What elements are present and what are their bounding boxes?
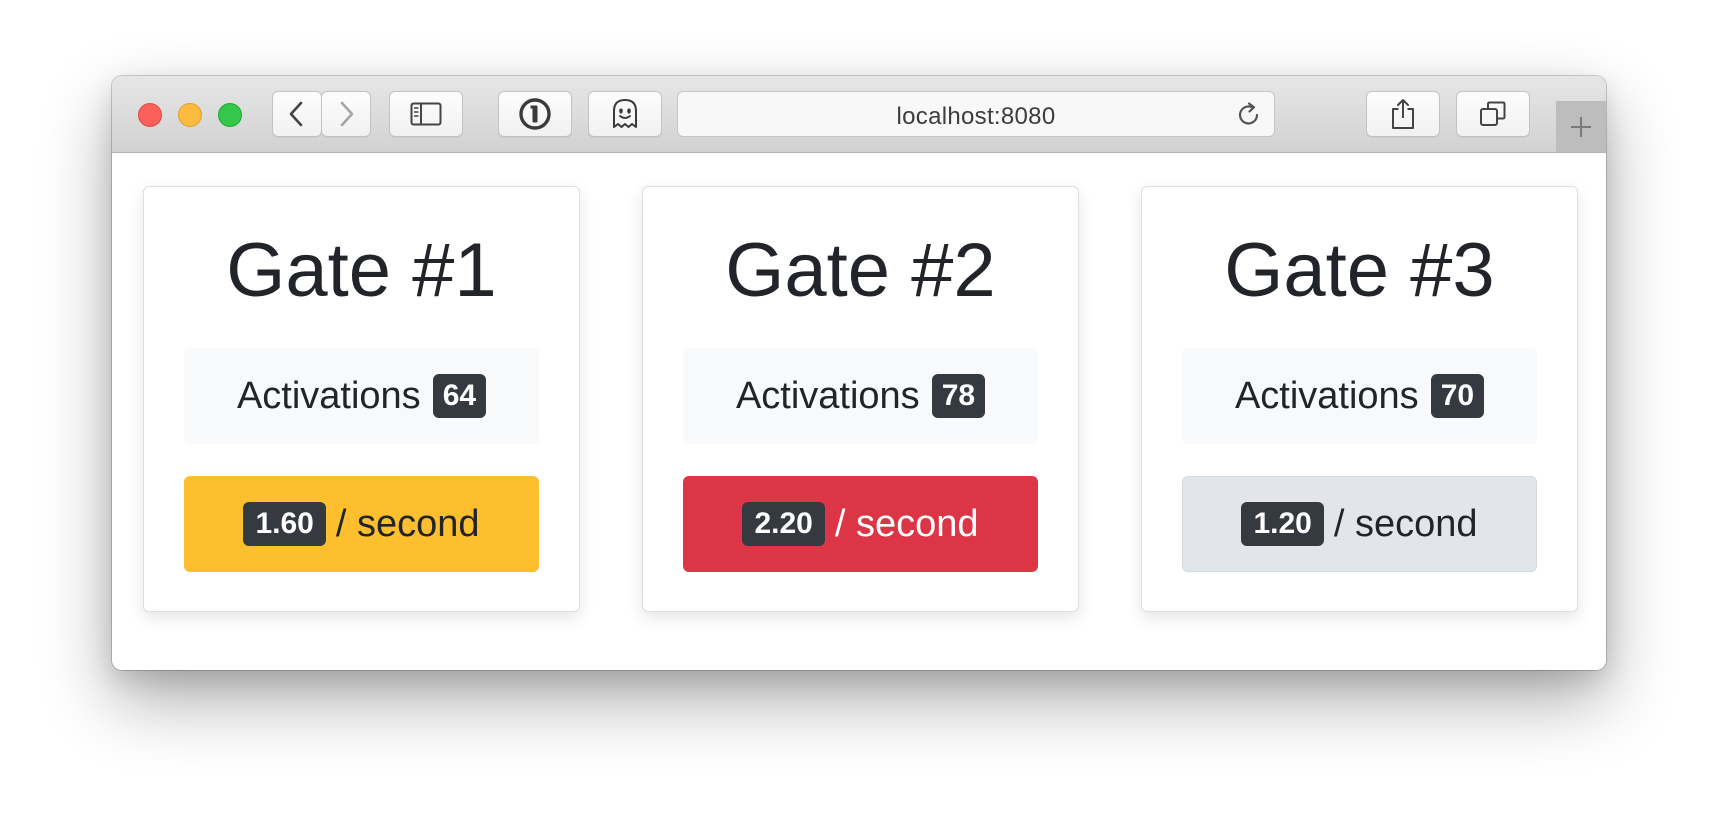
rate-panel: 2.20 / second: [683, 476, 1038, 572]
browser-toolbar: localhost:8080: [112, 76, 1606, 153]
ghostery-button[interactable]: [588, 91, 662, 137]
forward-button[interactable]: [321, 91, 371, 137]
rate-value-badge: 2.20: [742, 502, 825, 546]
share-button[interactable]: [1366, 91, 1440, 137]
reload-icon: [1238, 102, 1259, 125]
password-manager-button[interactable]: [498, 91, 572, 137]
tabs-overview-icon: [1480, 101, 1506, 126]
activations-count-badge: 70: [1430, 374, 1485, 418]
chevron-right-icon: [340, 101, 354, 127]
page-content: Gate #1 Activations 64 1.60 / second Gat…: [112, 153, 1606, 670]
sidebar-button[interactable]: [389, 91, 463, 137]
chevron-left-icon: [289, 101, 303, 127]
gate-card-3: Gate #3 Activations 70 1.20 / second: [1141, 186, 1578, 612]
gate-card-2: Gate #2 Activations 78 2.20 / second: [642, 186, 1079, 612]
rate-unit-label: / second: [1333, 502, 1478, 545]
zoom-window-button[interactable]: [218, 103, 242, 127]
share-icon: [1392, 99, 1414, 129]
new-tab-button[interactable]: [1556, 101, 1606, 152]
tabs-overview-button[interactable]: [1456, 91, 1530, 137]
minimize-window-button[interactable]: [178, 103, 202, 127]
plus-icon: [1571, 116, 1591, 137]
rate-value-badge: 1.20: [1241, 502, 1324, 546]
close-window-button[interactable]: [138, 103, 162, 127]
activations-panel: Activations 78: [683, 348, 1038, 444]
rate-unit-label: / second: [834, 502, 979, 545]
gate-title: Gate #1: [226, 228, 497, 313]
rate-value-badge: 1.60: [243, 502, 326, 546]
activations-label: Activations: [236, 374, 421, 417]
gate-card-1: Gate #1 Activations 64 1.60 / second: [143, 186, 580, 612]
url-text: localhost:8080: [896, 103, 1056, 130]
sidebar-icon: [410, 102, 442, 126]
activations-count-badge: 78: [931, 374, 986, 418]
reload-button[interactable]: [1236, 102, 1262, 133]
activations-panel: Activations 70: [1182, 348, 1537, 444]
activations-panel: Activations 64: [184, 348, 539, 444]
back-button[interactable]: [272, 91, 322, 137]
gate-title: Gate #2: [725, 228, 996, 313]
1password-icon: [519, 98, 551, 130]
rate-panel: 1.60 / second: [184, 476, 539, 572]
ghost-icon: [613, 99, 637, 128]
rate-unit-label: / second: [335, 502, 480, 545]
activations-count-badge: 64: [432, 374, 487, 418]
browser-window: localhost:8080 Gate #1 Activations 64 1.…: [112, 76, 1606, 670]
activations-label: Activations: [735, 374, 920, 417]
rate-panel: 1.20 / second: [1182, 476, 1537, 572]
gate-title: Gate #3: [1224, 228, 1495, 313]
address-bar[interactable]: localhost:8080: [677, 91, 1275, 137]
activations-label: Activations: [1234, 374, 1419, 417]
